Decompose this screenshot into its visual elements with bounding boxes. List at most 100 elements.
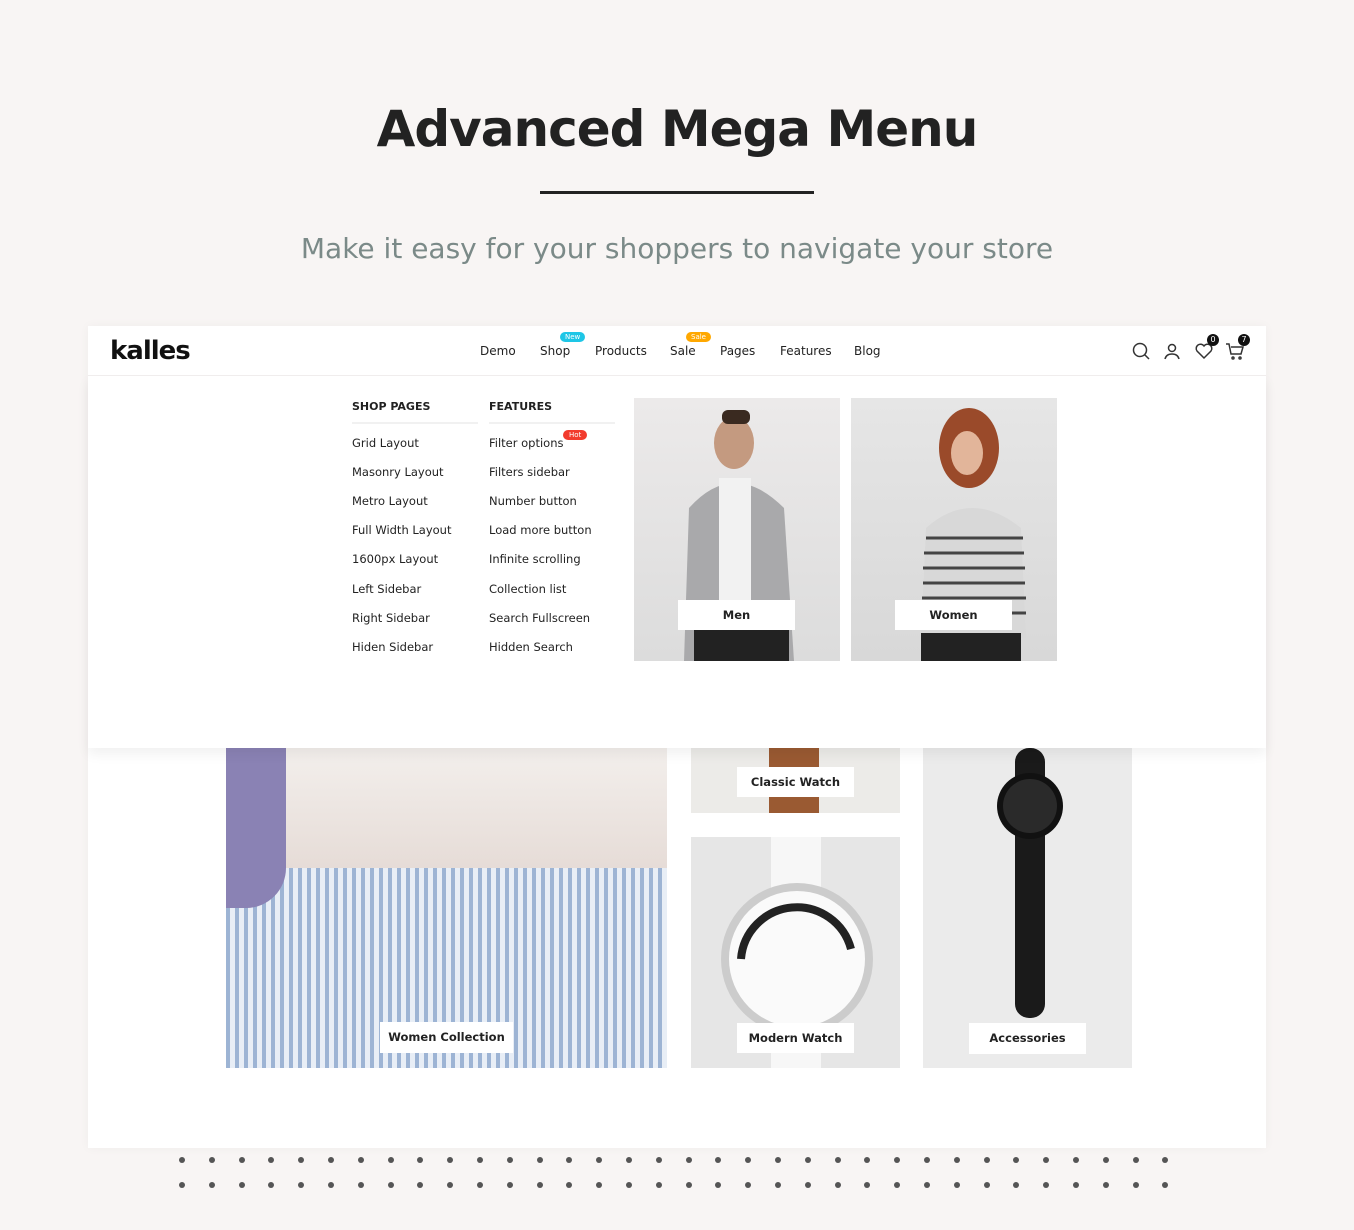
mega-menu-dropdown: SHOP PAGES FEATURES Men Women Grid Layou… xyxy=(88,376,1266,748)
dot xyxy=(864,1182,871,1188)
nav-products[interactable]: Products xyxy=(595,344,647,358)
sale-badge: Sale xyxy=(686,332,711,342)
features-item[interactable]: Number button xyxy=(489,494,577,508)
cart-icon[interactable]: 7 xyxy=(1224,334,1250,362)
heart-icon[interactable]: 0 xyxy=(1193,334,1219,362)
dot xyxy=(298,1182,305,1188)
menu-item-label: Metro Layout xyxy=(352,494,428,509)
nav-shop-label: Shop xyxy=(540,344,571,358)
women-collection-label[interactable]: Women Collection xyxy=(380,1022,513,1053)
dot xyxy=(775,1157,781,1163)
dot xyxy=(447,1157,454,1163)
accessories-card[interactable]: Accessories xyxy=(923,748,1132,1068)
dot xyxy=(655,1157,662,1163)
dot xyxy=(626,1182,632,1188)
classic-watch-card[interactable]: Classic Watch xyxy=(691,748,900,813)
nav-sale[interactable]: Sale Sale xyxy=(670,332,711,358)
menu-item-label: Hidden Search xyxy=(489,639,573,654)
menu-item-label: Grid Layout xyxy=(352,436,419,450)
promo-men-label[interactable]: Men xyxy=(678,600,795,630)
features-item[interactable]: Infinite scrolling xyxy=(489,552,581,566)
nav-pages[interactable]: Pages xyxy=(720,344,755,358)
dot xyxy=(1102,1157,1109,1163)
menu-item-label: Right Sidebar xyxy=(352,610,430,625)
dot xyxy=(357,1182,364,1188)
page-title: Advanced Mega Menu xyxy=(376,100,979,158)
dot xyxy=(566,1157,573,1163)
women-collection-card[interactable]: Women Collection xyxy=(226,748,667,1068)
dot xyxy=(179,1182,185,1188)
dot xyxy=(1162,1182,1169,1188)
dot xyxy=(179,1157,185,1163)
dot xyxy=(1102,1182,1109,1188)
menu-item-label: Left Sidebar xyxy=(352,581,422,596)
shop-pages-item[interactable]: Hiden Sidebar xyxy=(352,640,433,654)
dot xyxy=(834,1157,841,1163)
search-icon[interactable] xyxy=(1130,340,1152,362)
dot xyxy=(208,1182,215,1188)
dot xyxy=(387,1182,394,1188)
features-item[interactable]: Filters sidebar xyxy=(489,465,570,479)
features-item[interactable]: Load more button xyxy=(489,523,592,537)
dot xyxy=(894,1157,901,1163)
shop-pages-item[interactable]: Grid Layout xyxy=(352,436,419,450)
promo-men[interactable]: Men xyxy=(634,398,840,661)
dot xyxy=(983,1157,990,1163)
dot xyxy=(655,1182,662,1188)
dot xyxy=(536,1157,543,1163)
menu-item-label: Load more button xyxy=(489,523,592,538)
dot xyxy=(566,1182,573,1188)
menu-item-label: Filter options xyxy=(489,436,564,450)
nav-features[interactable]: Features xyxy=(780,344,832,358)
dot xyxy=(715,1157,722,1163)
dot xyxy=(268,1182,275,1188)
cart-count: 7 xyxy=(1238,334,1250,346)
title-divider xyxy=(540,191,814,194)
classic-watch-label[interactable]: Classic Watch xyxy=(737,767,854,797)
modern-watch-card[interactable]: Modern Watch xyxy=(691,837,900,1068)
user-icon[interactable] xyxy=(1161,340,1183,362)
dot xyxy=(1043,1157,1050,1163)
hot-badge: Hot xyxy=(563,430,588,440)
dot xyxy=(238,1182,245,1188)
menu-item-label: Full Width Layout xyxy=(352,523,452,538)
features-item[interactable]: Search Fullscreen xyxy=(489,611,590,625)
dot xyxy=(1043,1182,1050,1188)
dot xyxy=(894,1182,901,1188)
store-header: kalles Demo Shop New Products Sale Sale Pa… xyxy=(88,326,1266,376)
modern-watch-label[interactable]: Modern Watch xyxy=(737,1023,854,1053)
dot xyxy=(804,1182,811,1188)
accessories-label[interactable]: Accessories xyxy=(969,1023,1086,1054)
logo[interactable]: kalles xyxy=(110,336,191,366)
features-item[interactable]: Filter options Hot xyxy=(489,430,588,450)
dot xyxy=(596,1157,603,1163)
menu-item-label: Number button xyxy=(489,494,577,509)
nav-blog[interactable]: Blog xyxy=(854,344,881,358)
shop-pages-item[interactable]: 1600px Layout xyxy=(352,552,438,566)
dot xyxy=(357,1157,364,1163)
features-item[interactable]: Hidden Search xyxy=(489,640,573,654)
shop-pages-item[interactable]: Metro Layout xyxy=(352,494,428,508)
features-item[interactable]: Collection list xyxy=(489,582,566,596)
shop-pages-item[interactable]: Masonry Layout xyxy=(352,465,444,479)
dot xyxy=(745,1157,752,1163)
shop-pages-item[interactable]: Left Sidebar xyxy=(352,582,421,596)
dot xyxy=(685,1182,692,1188)
dot xyxy=(1073,1157,1079,1163)
dot xyxy=(1013,1157,1020,1163)
dot xyxy=(387,1157,394,1163)
dot xyxy=(477,1182,483,1188)
nav-demo[interactable]: Demo xyxy=(480,344,516,358)
shop-pages-item[interactable]: Right Sidebar xyxy=(352,611,430,625)
shop-pages-item[interactable]: Full Width Layout xyxy=(352,523,451,537)
dot xyxy=(536,1182,543,1188)
dot xyxy=(953,1157,960,1163)
promo-women-label[interactable]: Women xyxy=(895,600,1012,630)
dot xyxy=(924,1182,930,1188)
menu-item-label: Hiden Sidebar xyxy=(352,639,434,654)
nav-shop[interactable]: Shop New xyxy=(540,332,586,358)
promo-women[interactable]: Women xyxy=(851,398,1057,661)
dot xyxy=(804,1157,811,1163)
menu-item-label: 1600px Layout xyxy=(352,552,439,567)
dot xyxy=(1132,1182,1139,1188)
